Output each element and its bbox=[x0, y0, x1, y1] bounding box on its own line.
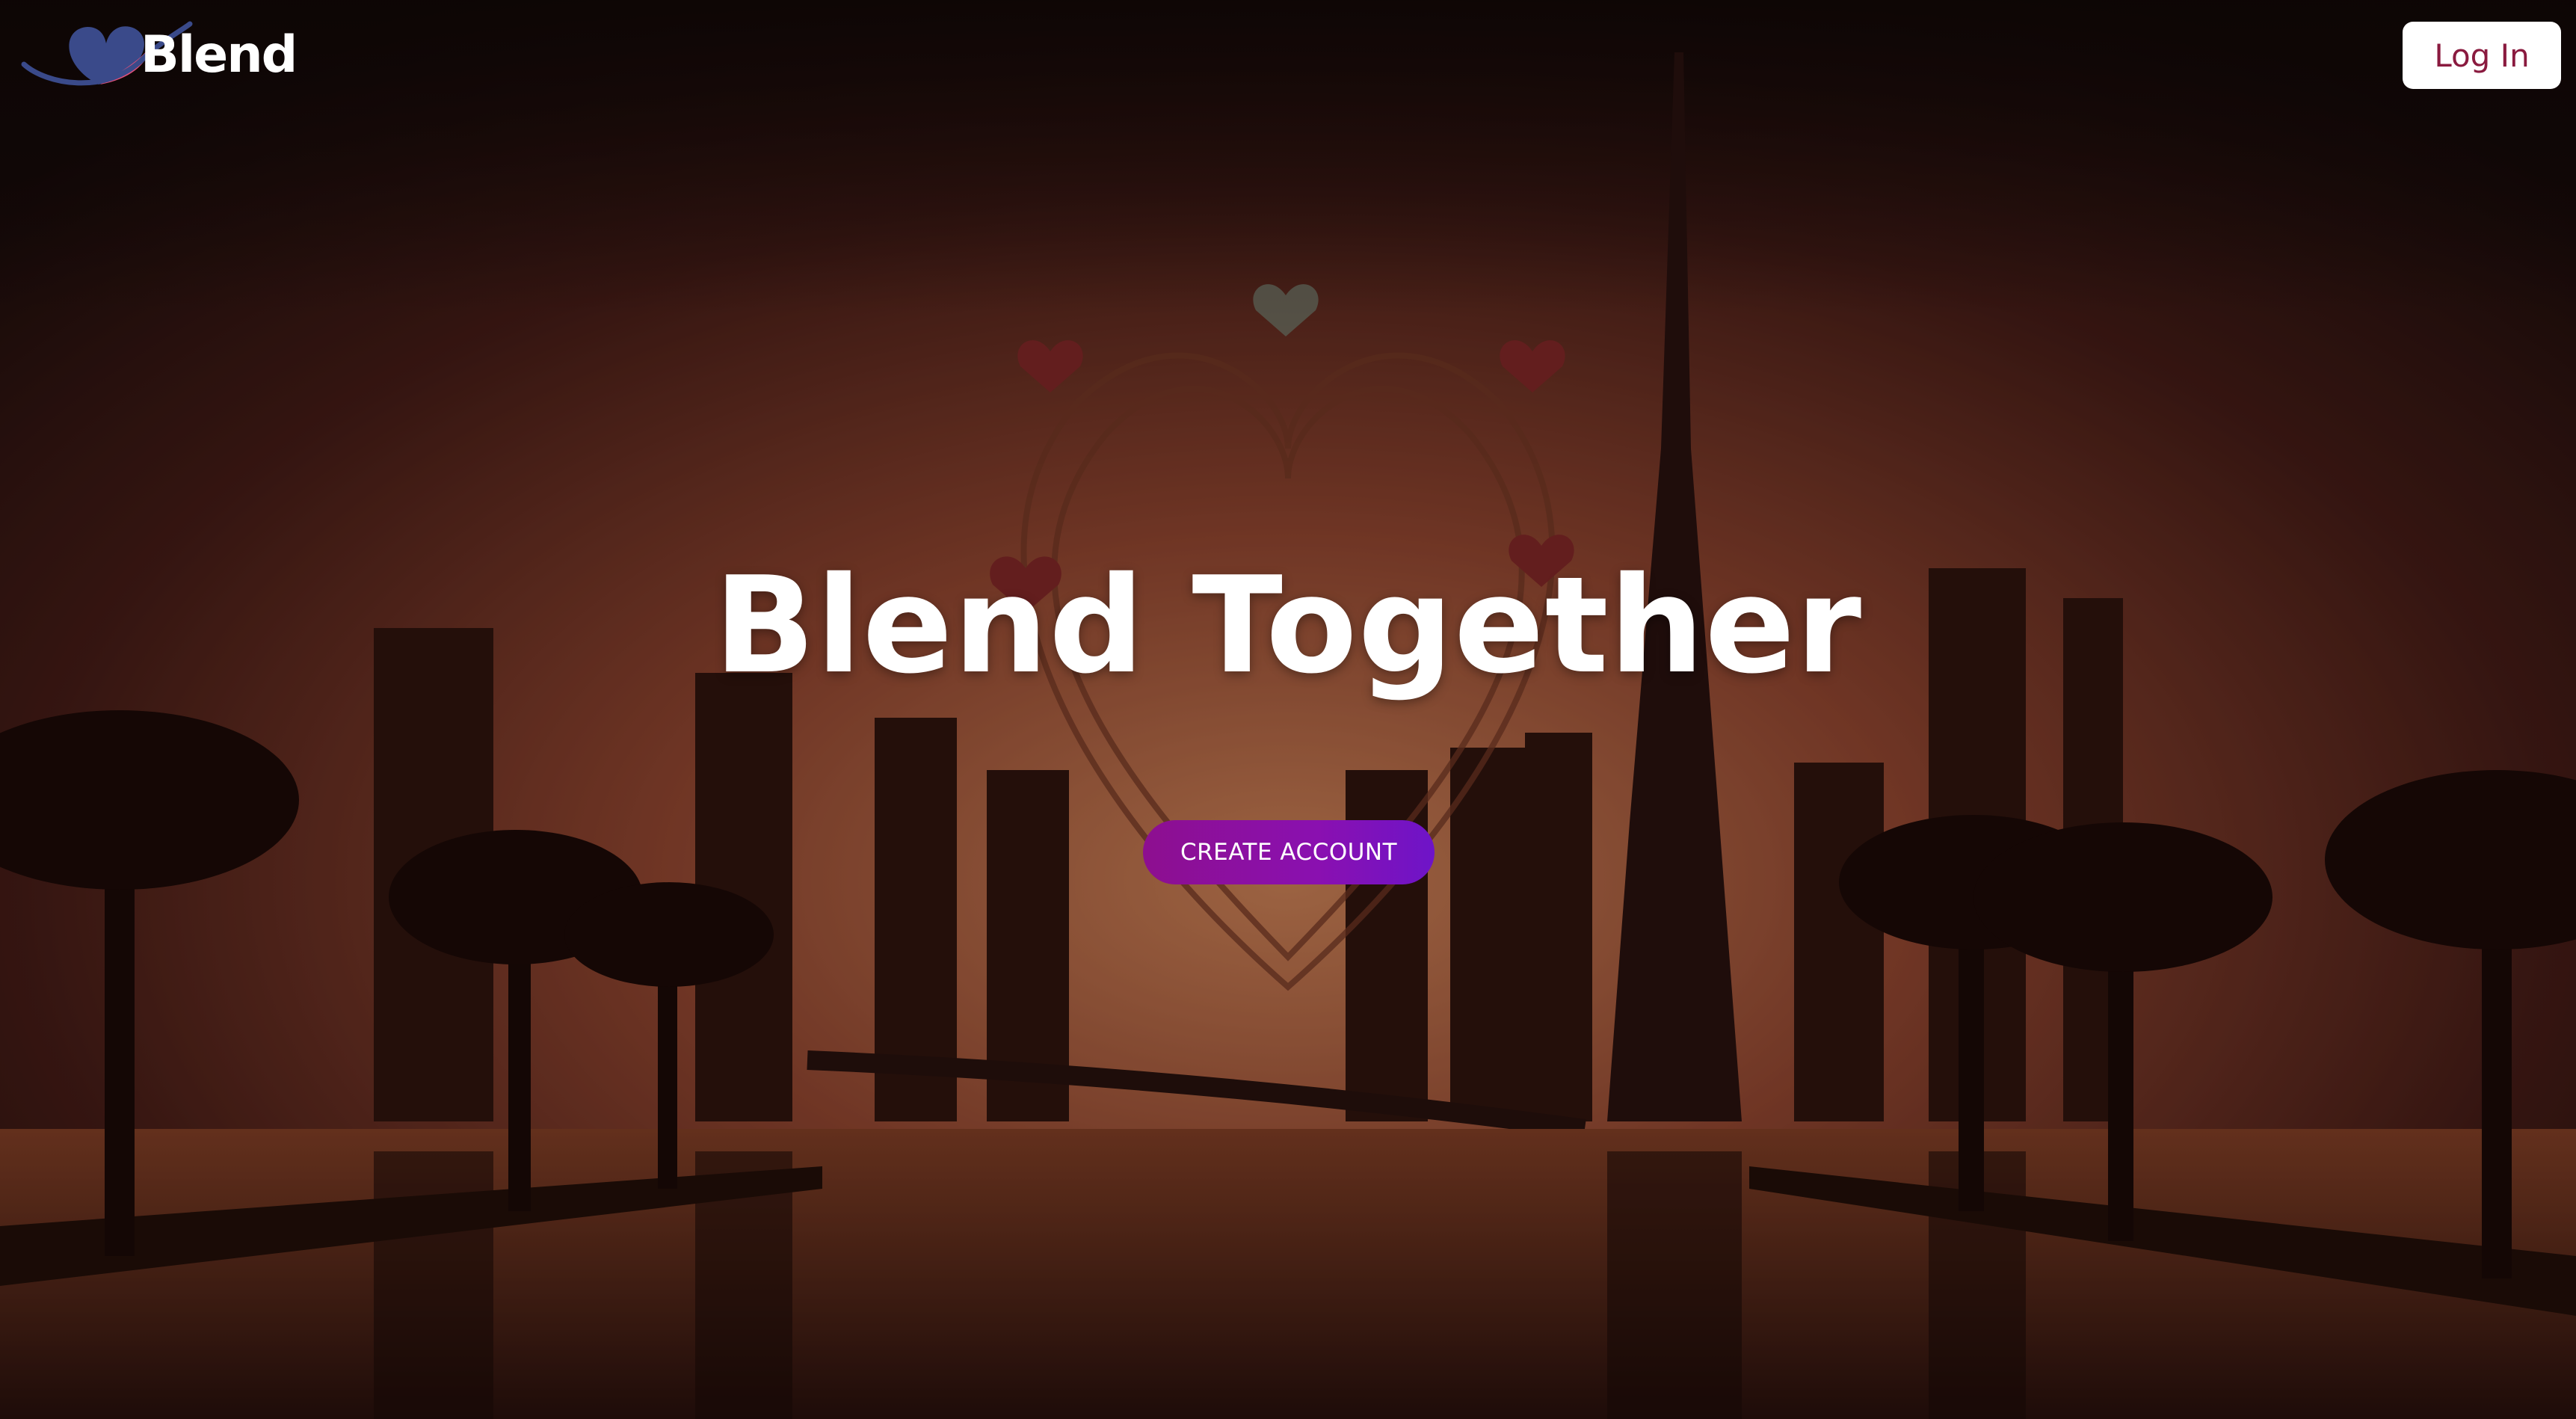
hero-background-image bbox=[0, 0, 2576, 1419]
brand-logo[interactable]: Blend bbox=[16, 10, 298, 93]
landing-page: Blend Log In Blend Together CREATE ACCOU… bbox=[0, 0, 2576, 1419]
hero-title: Blend Together bbox=[713, 548, 1863, 703]
create-account-button[interactable]: CREATE ACCOUNT bbox=[1143, 820, 1435, 884]
brand-name: Blend bbox=[141, 25, 298, 84]
login-button[interactable]: Log In bbox=[2403, 22, 2561, 89]
